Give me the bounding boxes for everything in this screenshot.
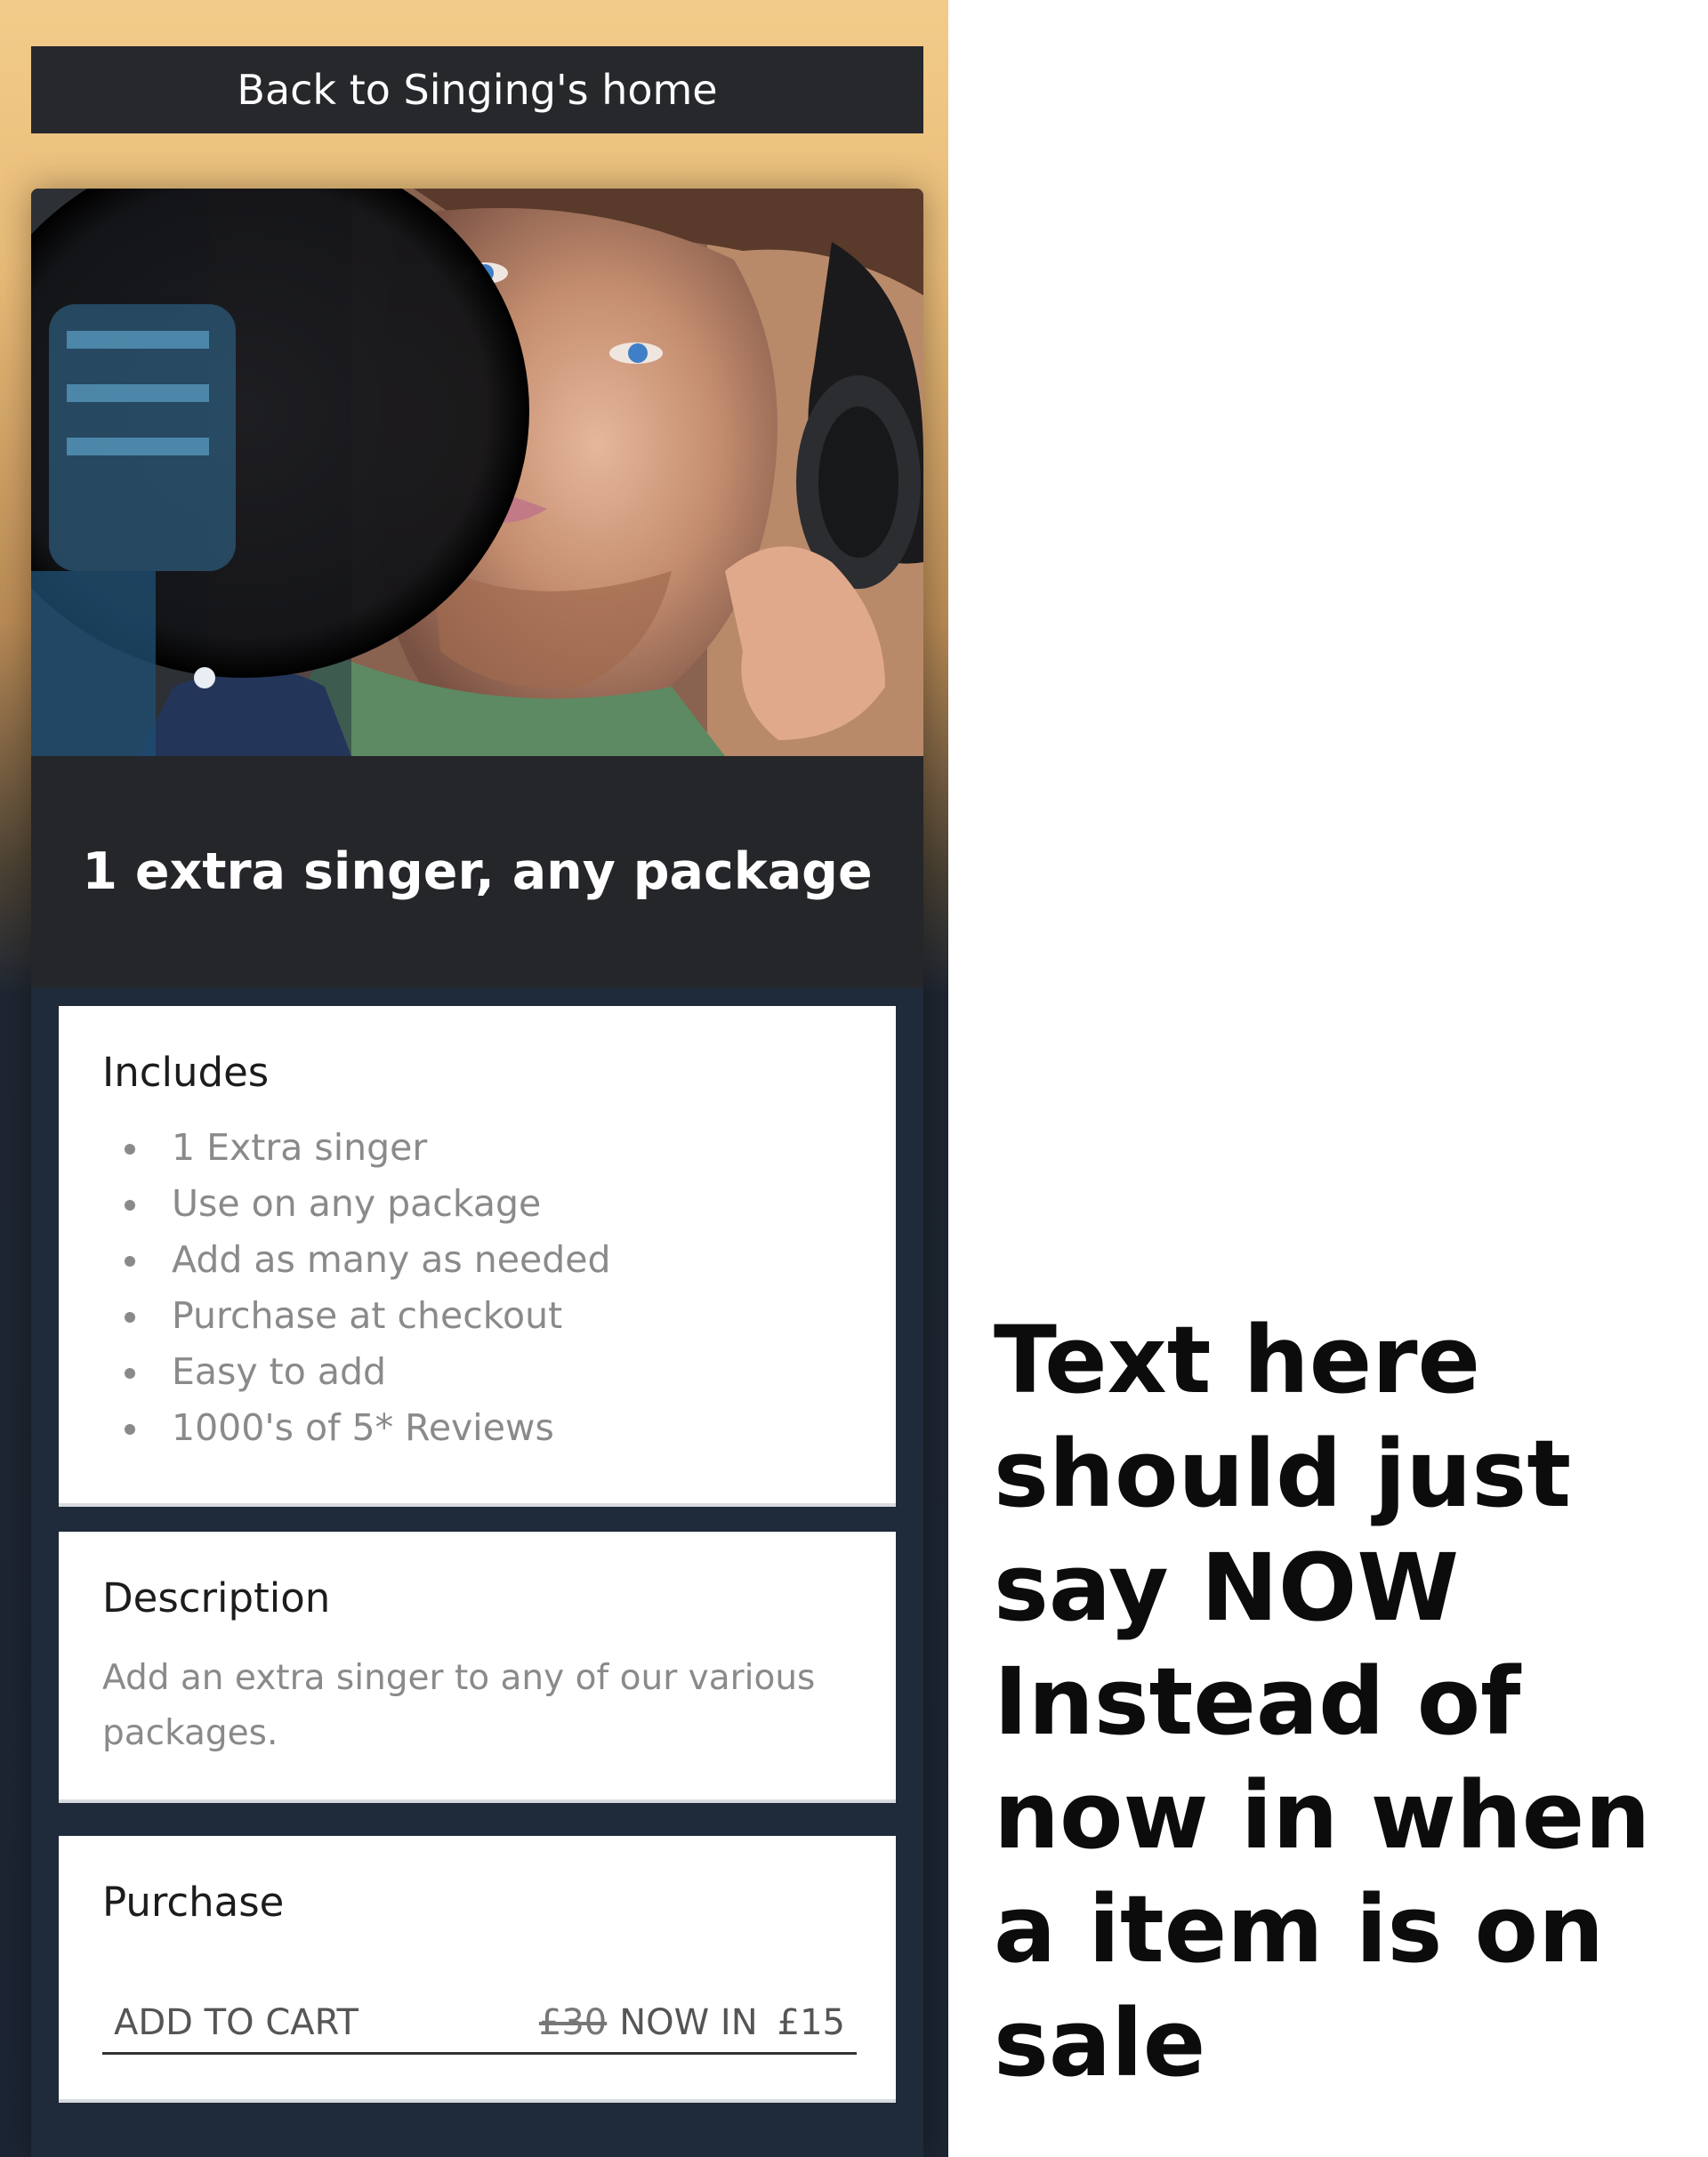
mobile-product-page: Back to Singing's home 1 extra singer, a… xyxy=(0,0,948,2157)
bullet-dot xyxy=(125,1144,135,1155)
list-item: Add as many as needed xyxy=(59,1232,611,1288)
purchase-panel: Purchase ADD TO CART £30 NOW IN £15 xyxy=(59,1836,896,2103)
product-image xyxy=(31,189,923,756)
add-to-cart-button[interactable]: ADD TO CART £30 NOW IN £15 xyxy=(102,1992,857,2055)
includes-list: 1 Extra singer Use on any package Add as… xyxy=(59,1120,611,1456)
includes-heading: Includes xyxy=(102,1049,270,1096)
description-panel: Description Add an extra singer to any o… xyxy=(59,1532,896,1803)
annotation-note: Text here should just say NOW Instead of… xyxy=(994,1306,1651,2097)
bullet-dot xyxy=(125,1368,135,1379)
add-to-cart-label: ADD TO CART xyxy=(114,2001,359,2043)
product-title: 1 extra singer, any package xyxy=(82,842,873,901)
product-title-band: 1 extra singer, any package xyxy=(31,756,923,987)
old-price: £30 xyxy=(538,2001,608,2043)
bullet-dot xyxy=(125,1312,135,1323)
back-to-home-button[interactable]: Back to Singing's home xyxy=(31,46,923,133)
price-group: £30 NOW IN £15 xyxy=(539,2002,845,2043)
purchase-heading: Purchase xyxy=(102,1879,285,1926)
includes-panel: Includes 1 Extra singer Use on any packa… xyxy=(59,1006,896,1507)
bullet-dot xyxy=(125,1256,135,1267)
back-to-home-label: Back to Singing's home xyxy=(237,66,718,114)
list-item: Easy to add xyxy=(59,1344,611,1400)
list-item: Use on any package xyxy=(59,1176,611,1232)
product-card: 1 extra singer, any package Includes 1 E… xyxy=(31,189,923,2157)
bullet-dot xyxy=(125,1200,135,1211)
description-text: Add an extra singer to any of our variou… xyxy=(102,1658,816,1753)
list-item: 1 Extra singer xyxy=(59,1120,611,1176)
bullet-dot xyxy=(125,1424,135,1435)
sale-price: £15 xyxy=(777,2001,845,2043)
list-item: Purchase at checkout xyxy=(59,1288,611,1344)
description-heading: Description xyxy=(102,1574,331,1622)
list-item: 1000's of 5* Reviews xyxy=(59,1400,611,1456)
singer-photo-illustration xyxy=(31,189,923,756)
sale-now-label: NOW IN xyxy=(619,2001,758,2043)
